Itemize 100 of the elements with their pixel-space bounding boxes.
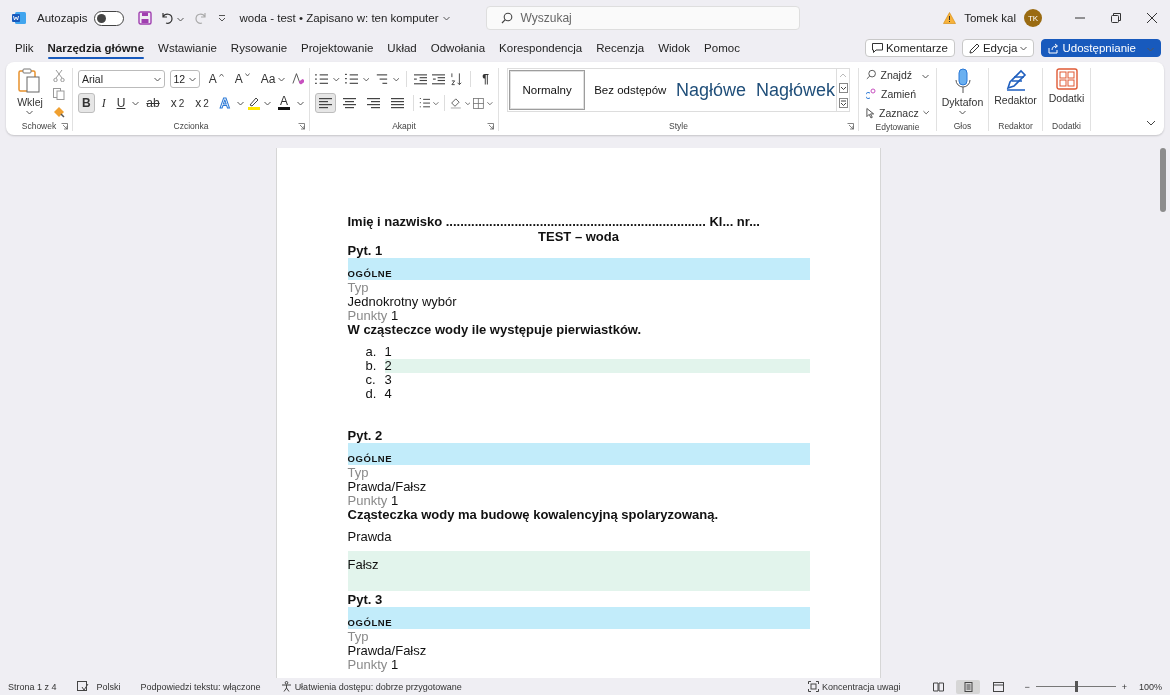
shrink-font-button[interactable]: A [230,69,254,89]
page-counter[interactable]: Strona 1 z 4 [8,681,57,692]
ribbon-tab[interactable]: Wstawianie [151,39,224,57]
restore-icon[interactable] [1111,13,1121,23]
expand-gallery-icon[interactable] [838,98,848,109]
grow-font-button[interactable]: A [204,69,228,89]
align-center-icon [343,97,356,109]
ribbon-tab[interactable]: Plik [8,39,41,57]
clear-formatting-icon[interactable] [291,72,304,86]
focus-icon[interactable] [807,681,819,692]
ribbon-tab[interactable]: Korespondencja [492,39,590,57]
format-button[interactable]: U [112,93,130,113]
multilevel-list-icon[interactable] [374,73,388,85]
ribbon-tab[interactable]: Narzędzia główne [40,39,152,57]
proofing-icon[interactable] [76,681,89,692]
format-button[interactable]: B [78,93,95,113]
editing-mode-button[interactable]: Edycja [961,39,1035,57]
increase-indent-icon[interactable] [432,73,446,85]
caret-icon [362,76,370,82]
view-mode-button[interactable] [956,679,981,694]
zoom-out-button[interactable]: − [1024,681,1030,692]
question-number: Pyt. 3 [347,593,384,607]
add-ins-button[interactable]: Dodatki [1044,68,1089,121]
close-icon[interactable] [1147,13,1157,23]
sort-icon[interactable] [450,72,464,86]
share-icon [1048,42,1060,54]
accessibility-status[interactable]: Ułatwienia dostępu: dobrze przygotowane [294,681,462,692]
highlighter-icon[interactable] [246,96,261,110]
list-marker: c. [365,373,377,387]
editor-button[interactable]: Redaktor [990,68,1041,121]
caret-icon [392,76,400,82]
dialog-launcher-icon[interactable] [298,123,305,130]
bullets-icon[interactable] [315,73,329,85]
caret-icon [922,110,929,115]
scrollbar-thumb[interactable] [1160,148,1166,212]
answer-option: Fałsz [347,551,810,591]
comments-button[interactable]: Komentarze [864,39,955,57]
dictate-button[interactable]: Dyktafon [937,68,988,121]
ribbon-tab[interactable]: Odwołania [423,39,493,57]
copy-icon[interactable] [52,88,65,100]
customize-toolbar-icon[interactable] [217,14,226,22]
language-status[interactable]: Polski [96,681,121,692]
share-button[interactable]: Udostępnianie [1041,39,1161,57]
style-gallery-item[interactable]: Normalny [509,70,586,110]
find-button[interactable]: Znajdź [864,65,931,84]
user-name[interactable]: Tomek kal [964,12,1016,24]
zoom-slider[interactable] [1035,681,1116,692]
line-spacing-icon[interactable] [418,97,431,109]
decrease-indent-icon[interactable] [414,73,428,85]
save-icon[interactable] [137,11,152,25]
style-gallery-item[interactable]: Nagłówek [747,69,836,111]
font-size-field[interactable]: 12 [169,70,200,88]
zoom-level[interactable]: 100% [1138,681,1162,692]
accessibility-icon[interactable] [280,681,292,692]
undo-icon[interactable] [159,11,174,25]
answer-option: 3 [384,373,810,387]
collapse-ribbon-icon[interactable] [1146,120,1156,126]
group-label: Głos [952,121,973,131]
scroll-down-icon[interactable] [838,83,848,93]
select-button[interactable]: Zaznacz [864,103,931,122]
shading-icon[interactable] [450,96,462,110]
focus-mode-button[interactable]: Koncentracja uwagi [821,681,901,692]
ribbon-tab[interactable]: Widok [651,39,698,57]
points-line: Punkty 1 [347,658,400,672]
caret-icon [922,73,929,79]
borders-icon[interactable] [473,96,485,110]
dialog-launcher-icon[interactable] [847,123,854,130]
show-formatting-button[interactable]: ¶ [478,69,493,89]
numbering-icon[interactable] [344,73,358,85]
user-avatar[interactable]: TK [1024,9,1042,27]
warning-icon[interactable] [943,12,957,24]
document-title[interactable]: woda - test • Zapisano w: ten komputer [239,12,450,24]
ribbon-tab[interactable]: Rysowanie [223,39,295,57]
zoom-in-button[interactable]: + [1121,681,1127,692]
text-predictions-status[interactable]: Podpowiedzi tekstu: włączone [140,681,261,692]
dialog-launcher-icon[interactable] [61,123,68,130]
question-type: Prawda/Fałsz [347,480,428,494]
ribbon-tab[interactable]: Recenzja [589,39,652,57]
answer-option: 2 [384,359,810,373]
ribbon-tab[interactable]: Projektowanie [294,39,381,57]
alignment-button[interactable] [315,93,336,113]
section-bar: OGÓLNE [347,258,810,280]
change-case-button[interactable]: Aa [256,69,289,89]
style-gallery-item[interactable]: Bez odstępów [586,69,669,111]
dialog-launcher-icon[interactable] [487,123,494,130]
font-name-field[interactable]: Arial [78,70,165,88]
format-painter-icon[interactable] [52,106,65,118]
format-button[interactable]: I [97,93,110,113]
zoom-slider-thumb[interactable] [1074,681,1078,692]
replace-button[interactable]: Zamień [864,84,931,103]
paste-button[interactable]: Wklej [13,68,47,121]
clipboard-icon [18,68,42,94]
ribbon-tab[interactable]: Układ [380,39,424,57]
search-field[interactable]: Wyszukaj [485,6,800,30]
style-gallery-item[interactable]: Nagłówe [668,69,748,111]
strikethrough-button[interactable]: ab [142,93,164,113]
list-marker: b. [365,359,378,373]
font-color-button[interactable]: A [273,93,294,113]
autosave-toggle[interactable] [93,10,124,26]
ribbon-tab[interactable]: Pomoc [697,39,747,57]
